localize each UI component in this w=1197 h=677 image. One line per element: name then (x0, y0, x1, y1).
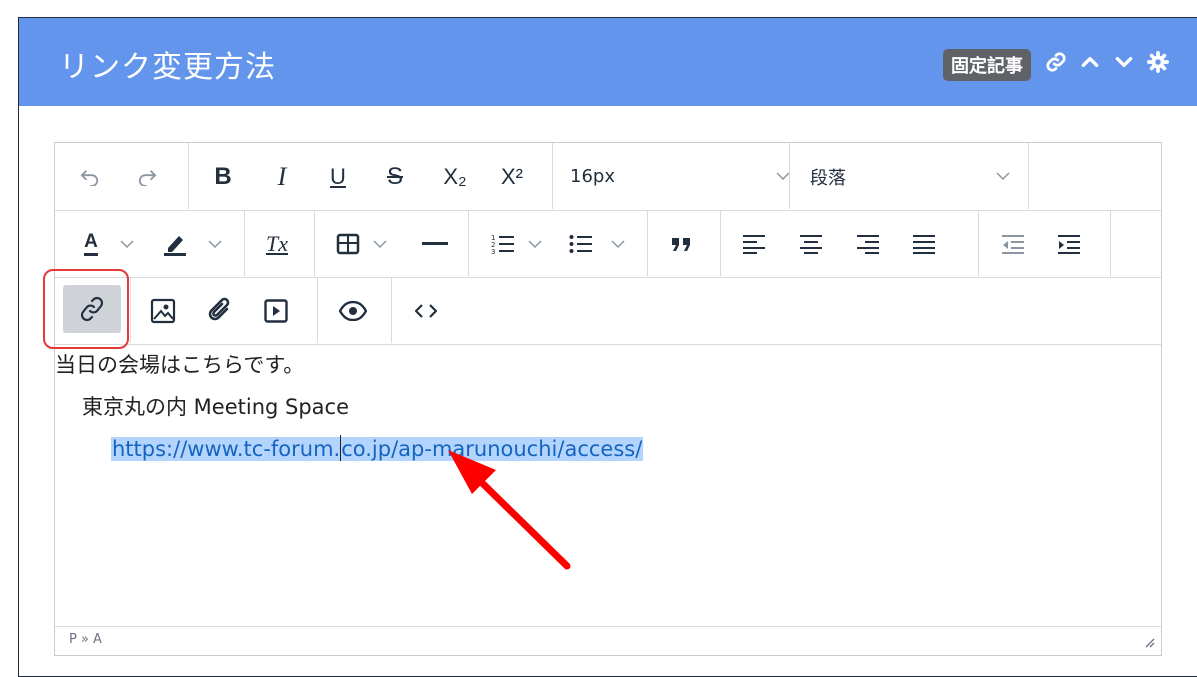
undo-icon[interactable] (75, 155, 105, 198)
font-size-value: 16px (570, 166, 615, 187)
block-format-value: 段落 (810, 167, 846, 189)
clear-format-button[interactable]: Tx (259, 222, 295, 265)
outdent-icon[interactable] (997, 222, 1029, 265)
bold-button[interactable]: B (208, 155, 238, 198)
superscript-button[interactable]: X² (492, 155, 532, 198)
chevron-up-icon[interactable] (1077, 52, 1103, 78)
align-center-icon[interactable] (795, 222, 827, 265)
underline-button[interactable]: U (323, 155, 353, 198)
block-format-select[interactable]: 段落 (810, 155, 1010, 198)
chevron-down-icon (776, 169, 790, 185)
chevron-down-icon[interactable] (370, 222, 390, 265)
resize-handle-icon[interactable] (1143, 636, 1155, 651)
editor-content[interactable]: 当日の会場はこちらです。 東京丸の内 Meeting Space https:/… (55, 344, 1161, 627)
attachment-icon[interactable] (205, 289, 237, 332)
highlight-color-icon[interactable] (157, 222, 193, 265)
chevron-down-icon[interactable] (525, 222, 545, 265)
clear-format-label: Tx (266, 230, 288, 256)
annotation-highlight-box (43, 269, 129, 349)
font-size-select[interactable]: 16px (570, 155, 790, 198)
text-color-label: A (84, 231, 98, 256)
subscript-button[interactable]: X₂ (435, 155, 475, 198)
blockquote-icon[interactable] (665, 222, 697, 265)
align-left-icon[interactable] (738, 222, 770, 265)
image-icon[interactable] (147, 289, 179, 332)
editor-statusbar: P » A (55, 626, 1161, 655)
link-text-part-2: co.jp/ap-marunouchi/access/ (341, 437, 643, 461)
toolbar-row-3 (43, 269, 1161, 349)
pinned-badge: 固定記事 (943, 49, 1031, 81)
redo-icon[interactable] (132, 155, 162, 198)
content-line-2: 東京丸の内 Meeting Space (82, 395, 350, 419)
content-line-1: 当日の会場はこちらです。 (55, 353, 305, 377)
post-panel: リンク変更方法 固定記事 B I U S X₂ X² 16px 段落 A Tx … (18, 17, 1197, 677)
preview-eye-icon[interactable] (335, 289, 371, 332)
bullet-list-icon[interactable] (565, 222, 597, 265)
rich-text-editor: B I U S X₂ X² 16px 段落 A Tx 1 2 3 当日の会場はこ… (43, 142, 1162, 656)
source-code-icon[interactable] (410, 289, 442, 332)
toolbar-row-2: A Tx 1 2 3 (55, 210, 1161, 278)
toolbar-row-1: B I U S X₂ X² 16px 段落 (55, 143, 1161, 211)
panel-title: リンク変更方法 (59, 50, 276, 85)
chevron-down-icon[interactable] (117, 222, 137, 265)
align-right-icon[interactable] (852, 222, 884, 265)
media-icon[interactable] (260, 289, 292, 332)
chevron-down-icon[interactable] (608, 222, 628, 265)
chevron-down-icon (996, 169, 1010, 185)
element-path: P » A (69, 632, 102, 647)
gear-icon[interactable] (1145, 51, 1171, 79)
chevron-down-icon[interactable] (1111, 52, 1137, 78)
svg-text:3: 3 (491, 248, 495, 255)
text-color-button[interactable]: A (73, 222, 109, 265)
horizontal-line-icon[interactable] (417, 222, 453, 265)
header-tools: 固定記事 (943, 49, 1171, 81)
italic-button[interactable]: I (267, 155, 297, 198)
indent-icon[interactable] (1053, 222, 1085, 265)
link-text-part-1: https://www.tc-forum. (112, 437, 341, 461)
link-icon[interactable] (1043, 51, 1069, 79)
content-link[interactable]: https://www.tc-forum.co.jp/ap-marunouchi… (111, 435, 644, 461)
align-justify-icon[interactable] (908, 222, 940, 265)
numbered-list-icon[interactable]: 123 (487, 222, 519, 265)
panel-header: リンク変更方法 固定記事 (19, 18, 1197, 106)
content-link-line: https://www.tc-forum.co.jp/ap-marunouchi… (111, 428, 644, 470)
strikethrough-button[interactable]: S (380, 155, 410, 198)
table-icon[interactable] (332, 222, 364, 265)
chevron-down-icon[interactable] (205, 222, 225, 265)
